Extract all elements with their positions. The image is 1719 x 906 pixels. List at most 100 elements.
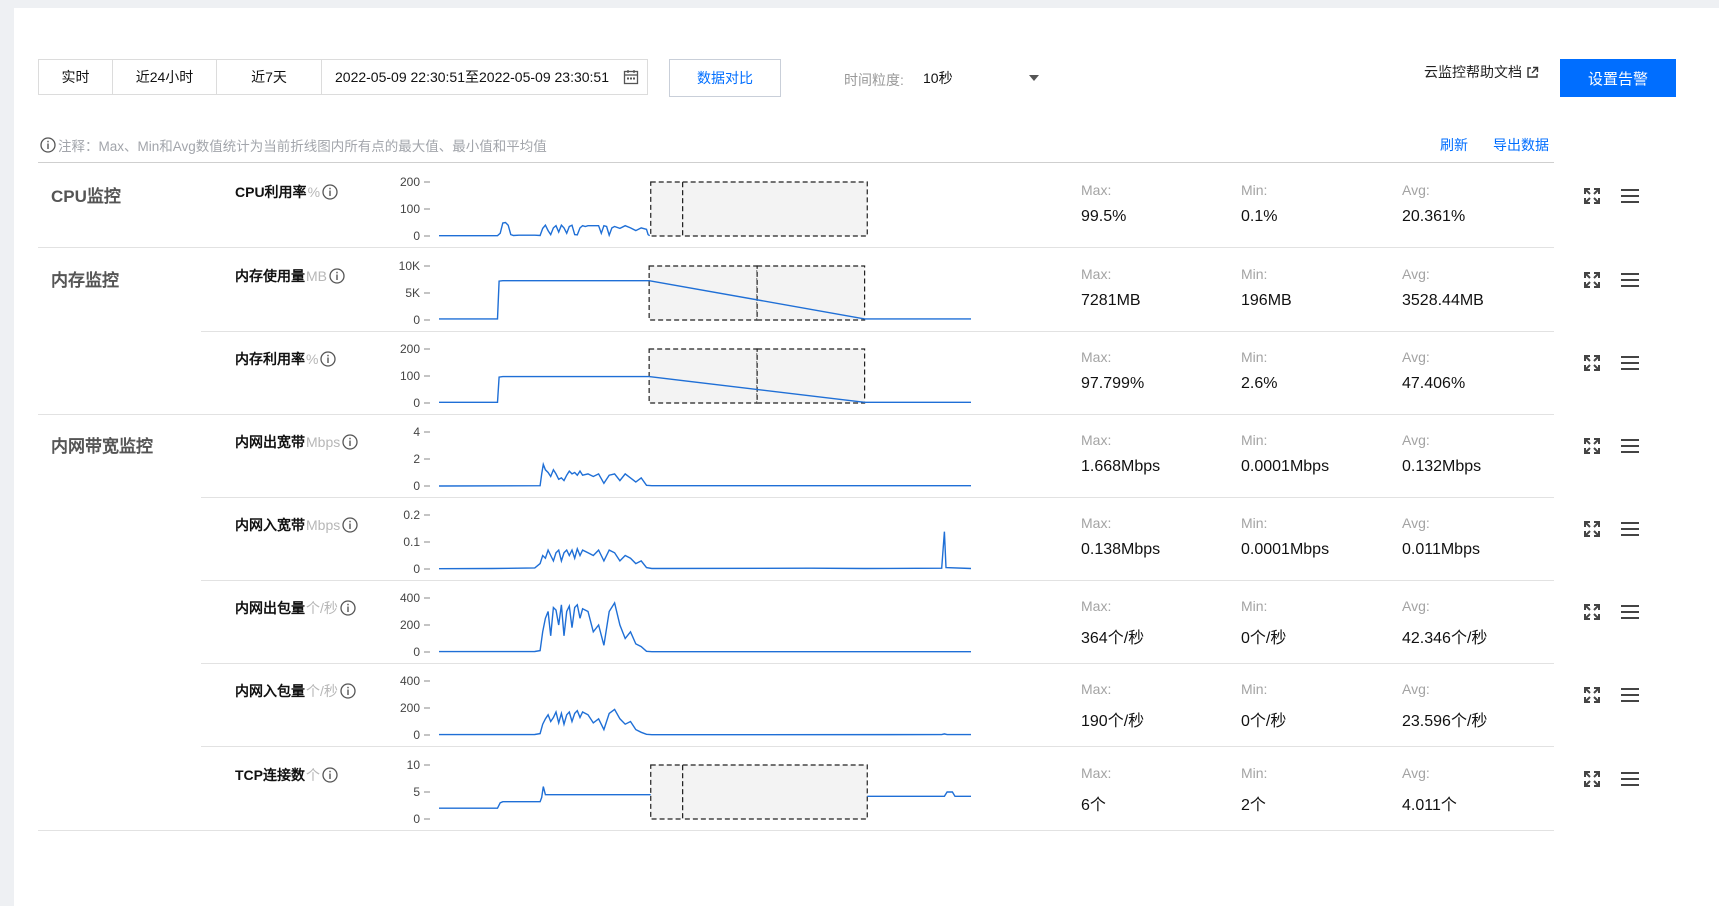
- menu-icon[interactable]: [1620, 436, 1640, 456]
- tab-realtime[interactable]: 实时: [38, 59, 113, 95]
- stat-value-avg: 0.132Mbps: [1402, 458, 1482, 475]
- metric-chart[interactable]: 400 200 0: [394, 671, 1074, 745]
- metric-chart[interactable]: 200 100 0: [394, 172, 1074, 246]
- info-icon[interactable]: [342, 434, 358, 450]
- no-data-region: [648, 348, 758, 404]
- metric-chart[interactable]: 400 200 0: [394, 588, 1074, 662]
- metric-label: 内存利用率: [235, 351, 305, 367]
- export-data-link[interactable]: 导出数据: [1493, 135, 1549, 155]
- info-icon: [40, 137, 56, 153]
- metric-unit: Mbps: [306, 517, 341, 533]
- menu-icon[interactable]: [1620, 353, 1640, 373]
- expand-icon[interactable]: [1582, 685, 1602, 705]
- date-range-picker[interactable]: 2022-05-09 22:30:51至2022-05-09 23:30:51: [321, 59, 648, 95]
- y-tick-label: 0: [413, 313, 420, 327]
- info-icon[interactable]: [329, 268, 345, 284]
- stat-label-min: Min:: [1241, 266, 1268, 282]
- y-tick-label: 0: [413, 396, 420, 410]
- stat-value-max: 7281MB: [1081, 292, 1141, 309]
- stat-label-max: Max:: [1081, 598, 1112, 614]
- y-tick-label: 200: [400, 175, 420, 189]
- stat-value-min: 2个: [1241, 797, 1266, 814]
- refresh-link[interactable]: 刷新: [1440, 135, 1468, 155]
- stat-value-max: 6个: [1081, 797, 1106, 814]
- stat-label-max: Max:: [1081, 765, 1112, 781]
- metric-chart[interactable]: 4 2 0: [394, 422, 1074, 496]
- series-line: [438, 461, 971, 487]
- series-line: [439, 786, 651, 809]
- y-tick-label: 5: [413, 785, 420, 799]
- stat-value-max: 1.668Mbps: [1081, 458, 1161, 475]
- expand-icon[interactable]: [1582, 186, 1602, 206]
- stat-label-avg: Avg:: [1402, 765, 1430, 781]
- caret-down-icon: [1029, 75, 1039, 81]
- menu-icon[interactable]: [1620, 685, 1640, 705]
- metric-unit: %: [306, 351, 319, 367]
- stat-label-avg: Avg:: [1402, 598, 1430, 614]
- granularity-select[interactable]: 10秒: [923, 62, 1049, 94]
- monitor-panel: 实时 近24小时 近7天 2022-05-09 22:30:51至2022-05…: [14, 8, 1719, 906]
- expand-icon[interactable]: [1582, 519, 1602, 539]
- metric-chart[interactable]: 0.2 0.1 0: [394, 505, 1074, 579]
- metric-chart[interactable]: 10 5 0: [394, 755, 1074, 829]
- expand-icon[interactable]: [1582, 353, 1602, 373]
- menu-icon[interactable]: [1620, 186, 1640, 206]
- stat-label-min: Min:: [1241, 349, 1268, 365]
- metric-unit: 个/秒: [306, 600, 338, 616]
- info-icon[interactable]: [320, 351, 337, 367]
- metric-unit: 个: [306, 767, 320, 783]
- y-tick-label: 2: [413, 452, 420, 466]
- metric-name: 内网入宽带 Mbps: [235, 515, 358, 535]
- info-icon[interactable]: [340, 683, 356, 699]
- tab-last-24h[interactable]: 近24小时: [112, 59, 217, 95]
- help-docs-link[interactable]: 云监控帮助文档: [1424, 62, 1539, 82]
- data-compare-button[interactable]: 数据对比: [669, 59, 781, 97]
- stat-value-min: 0个/秒: [1241, 713, 1287, 730]
- row-divider: [38, 414, 1554, 415]
- y-tick-label: 0: [413, 562, 420, 576]
- menu-icon[interactable]: [1620, 769, 1640, 789]
- set-alarm-button[interactable]: 设置告警: [1560, 59, 1676, 97]
- expand-icon[interactable]: [1582, 769, 1602, 789]
- expand-icon[interactable]: [1582, 436, 1602, 456]
- metric-label: 内网出宽带: [235, 434, 305, 450]
- expand-icon[interactable]: [1582, 602, 1602, 622]
- y-tick-label: 200: [400, 618, 420, 632]
- expand-icon[interactable]: [1582, 270, 1602, 290]
- info-icon[interactable]: [340, 600, 356, 616]
- row-divider: [201, 663, 1554, 664]
- granularity-value: 10秒: [923, 70, 953, 86]
- stat-value-max: 364个/秒: [1081, 630, 1145, 647]
- info-icon[interactable]: [342, 517, 358, 533]
- stat-value-avg: 3528.44MB: [1402, 292, 1484, 309]
- no-data-region: [682, 181, 868, 237]
- stat-value-avg: 0.011Mbps: [1402, 541, 1480, 558]
- stat-value-min: 0.0001Mbps: [1241, 541, 1330, 558]
- stat-label-avg: Avg:: [1402, 515, 1430, 531]
- stat-value-min: 0.1%: [1241, 208, 1278, 225]
- metric-chart[interactable]: 200 100 0: [394, 339, 1074, 413]
- tab-last-7d[interactable]: 近7天: [216, 59, 322, 95]
- info-icon[interactable]: [322, 184, 338, 200]
- metric-label: TCP连接数: [235, 767, 305, 783]
- menu-icon[interactable]: [1620, 602, 1640, 622]
- metric-unit: %: [307, 184, 321, 200]
- menu-icon[interactable]: [1620, 270, 1640, 290]
- stat-label-avg: Avg:: [1402, 182, 1430, 198]
- calendar-icon: [623, 70, 639, 85]
- stat-value-max: 99.5%: [1081, 208, 1127, 225]
- metric-chart[interactable]: 10K 5K 0: [394, 256, 1074, 330]
- y-tick-label: 0.2: [403, 508, 420, 522]
- group-title-network: 内网带宽监控: [51, 437, 153, 456]
- stat-value-avg: 23.596个/秒: [1402, 713, 1488, 730]
- series-line: [438, 531, 972, 570]
- metric-label: CPU利用率: [235, 184, 307, 200]
- menu-icon[interactable]: [1620, 519, 1640, 539]
- stat-label-min: Min:: [1241, 681, 1268, 697]
- stat-label-avg: Avg:: [1402, 681, 1430, 697]
- metric-label: 内网入包量: [235, 683, 305, 699]
- stat-value-min: 2.6%: [1241, 375, 1278, 392]
- info-icon[interactable]: [322, 767, 338, 783]
- y-tick-label: 200: [400, 342, 420, 356]
- y-tick-label: 200: [400, 701, 420, 715]
